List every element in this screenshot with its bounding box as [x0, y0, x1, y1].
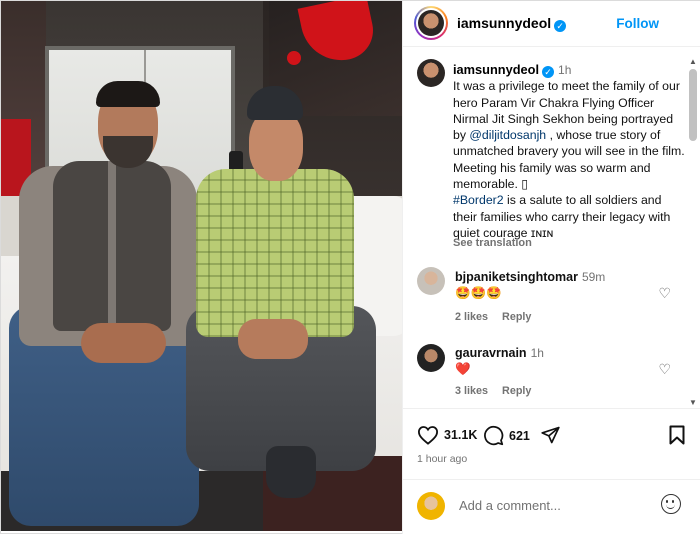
bookmark-icon [669, 425, 685, 445]
scroll-down-arrow-icon[interactable]: ▼ [689, 398, 697, 407]
comment-bubble-icon [484, 425, 504, 446]
post-photo [1, 1, 402, 531]
heart-icon [417, 426, 439, 445]
author-avatar[interactable] [414, 6, 448, 40]
caption-username[interactable]: iamsunnydeol [453, 62, 539, 77]
comment-button[interactable]: 621 [483, 425, 530, 446]
comment-reply-button[interactable]: Reply [502, 311, 531, 323]
post-time-ago: 1 hour ago [417, 453, 468, 465]
commenter-avatar[interactable] [417, 344, 445, 372]
scrollbar-thumb[interactable] [689, 69, 697, 141]
comment-likes-count[interactable]: 3 likes [455, 385, 488, 397]
follow-button[interactable]: Follow [616, 16, 659, 31]
comment-username[interactable]: bjpaniketsinghtomar [455, 270, 578, 284]
comment-username[interactable]: gauravrnain [455, 346, 527, 360]
comment-time: 1h [530, 346, 544, 360]
comment-like-heart-icon[interactable]: ♡ [658, 361, 671, 378]
caption-author-avatar[interactable] [417, 59, 445, 87]
add-comment-bar [403, 479, 700, 535]
commenter-avatar[interactable] [417, 267, 445, 295]
share-button[interactable] [540, 425, 561, 445]
author-username[interactable]: iamsunnydeol [457, 15, 551, 31]
comment-item: bjpaniketsinghtomar 59m [455, 270, 605, 284]
comment-time: 59m [581, 270, 606, 284]
comments-section[interactable]: iamsunnydeol ✓ 1h It was a privilege to me… [403, 47, 700, 407]
post-caption: iamsunnydeol ✓ 1h It was a privilege to me… [453, 62, 685, 241]
like-count[interactable]: 31.1K [444, 428, 477, 442]
smiley-icon[interactable] [661, 494, 681, 514]
caption-mention-link[interactable]: @diljitdosanjh [469, 128, 546, 142]
comment-meta: 3 likes Reply [455, 385, 545, 397]
post-header: iamsunnydeol ✓ Follow [403, 1, 700, 47]
comment-text: 🤩🤩🤩 [455, 286, 502, 300]
comment-likes-count[interactable]: 2 likes [455, 311, 488, 323]
comment-text: ❤️ [455, 362, 471, 376]
verified-badge-icon: ✓ [542, 66, 555, 78]
scroll-up-arrow-icon[interactable]: ▲ [689, 57, 697, 66]
like-button[interactable]: 31.1K [417, 425, 477, 445]
comment-item: gauravrnain 1h [455, 346, 544, 360]
post-modal: iamsunnydeol ✓ Follow iamsunnydeol ✓ 1h It … [0, 0, 700, 534]
comment-like-heart-icon[interactable]: ♡ [658, 285, 671, 302]
current-user-avatar [417, 492, 445, 520]
post-actions-bar: 31.1K 621 1 hour ago [403, 408, 700, 479]
comment-count[interactable]: 621 [509, 429, 530, 443]
caption-hashtag-link[interactable]: #Border2 [453, 193, 504, 207]
paper-plane-icon [541, 426, 560, 444]
save-button[interactable] [669, 425, 685, 450]
post-side-panel: iamsunnydeol ✓ Follow iamsunnydeol ✓ 1h It … [402, 1, 700, 534]
comment-reply-button[interactable]: Reply [502, 385, 531, 397]
add-comment-input[interactable] [457, 497, 651, 514]
person-left [53, 161, 171, 331]
verified-badge-icon: ✓ [554, 20, 567, 32]
person-right [196, 169, 354, 337]
comment-meta: 2 likes Reply [455, 311, 545, 323]
see-translation-link[interactable]: See translation [453, 237, 532, 249]
caption-time: 1h [558, 63, 572, 77]
comments-scrollbar[interactable]: ▲ ▼ [687, 57, 699, 407]
